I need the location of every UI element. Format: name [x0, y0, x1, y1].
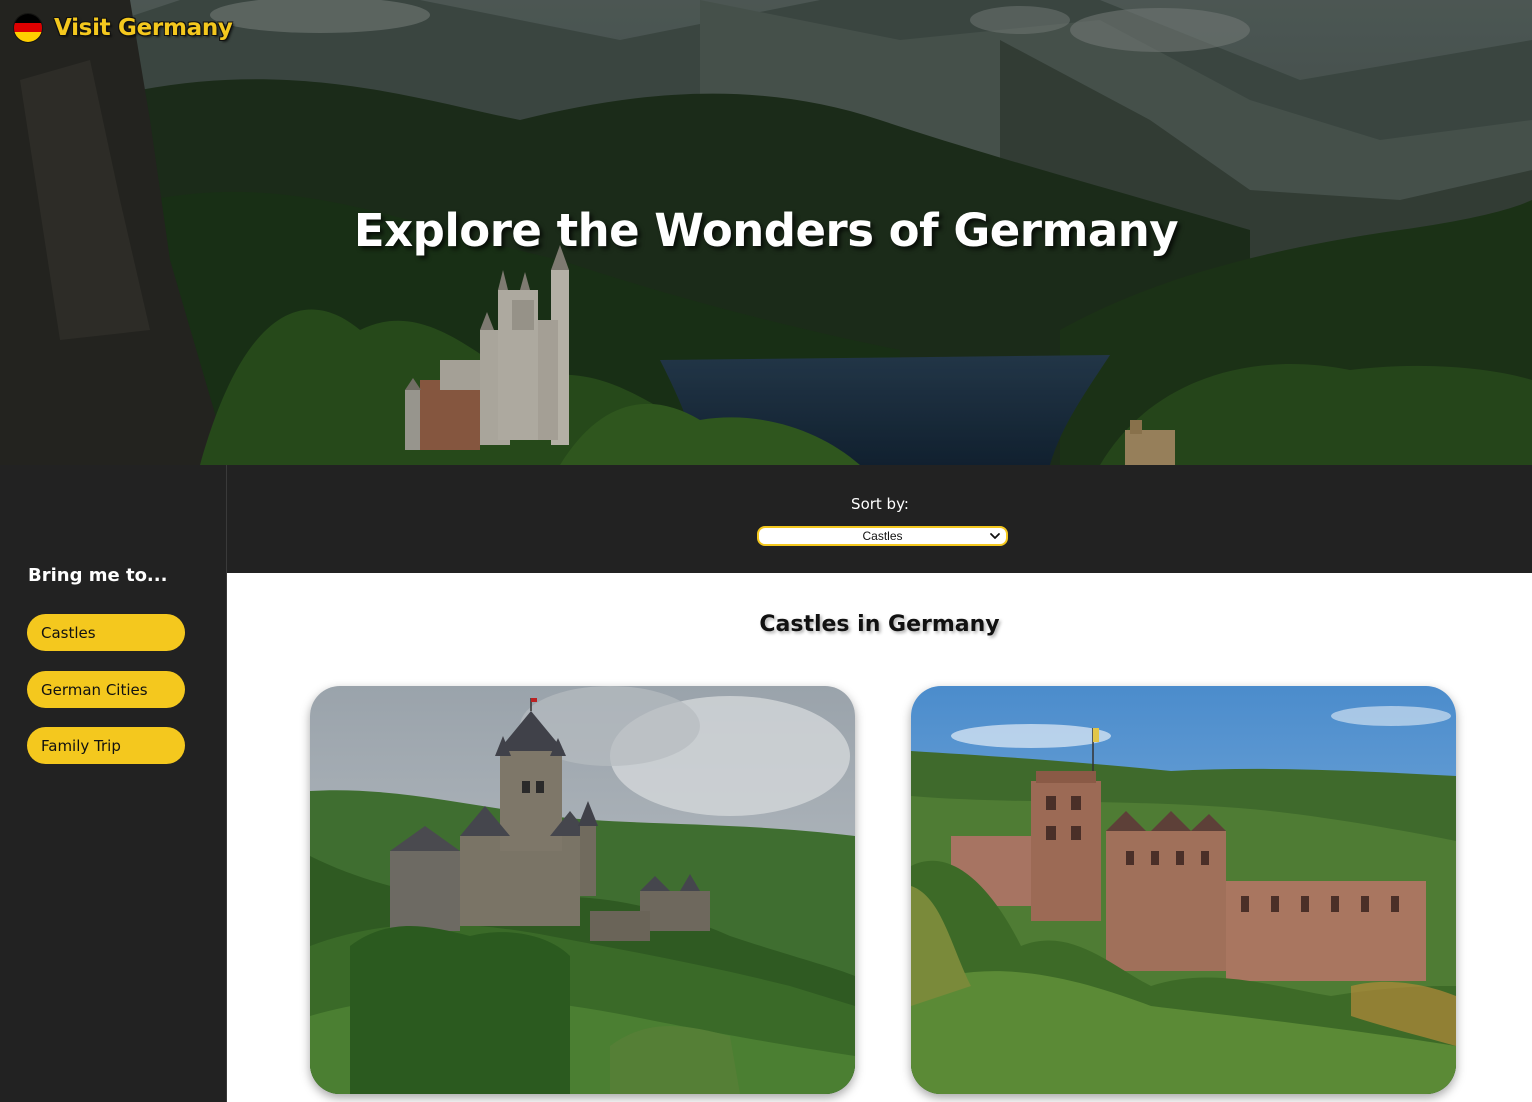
sort-select[interactable]: Castles	[757, 526, 1008, 546]
castle-card[interactable]	[310, 686, 855, 1094]
sidebar-item-family-trip[interactable]: Family Trip	[27, 727, 185, 764]
hero-banner: Visit Germany Explore the Wonders of Ger…	[0, 0, 1532, 465]
sort-bar: Sort by: Castles	[228, 465, 1532, 573]
sort-select-value: Castles	[862, 529, 903, 543]
brand-logo[interactable]: Visit Germany	[14, 14, 233, 42]
sort-label: Sort by:	[851, 495, 909, 513]
sidebar-item-german-cities[interactable]: German Cities	[27, 671, 185, 708]
main-content: Castles in Germany	[227, 573, 1532, 1102]
brand-name[interactable]: Visit Germany	[54, 15, 233, 41]
sidebar-item-castles[interactable]: Castles	[27, 614, 185, 651]
german-flag-icon	[14, 14, 42, 42]
chevron-down-icon	[990, 533, 1000, 539]
sidebar-heading: Bring me to...	[28, 565, 168, 586]
heidelberg-castle-image	[911, 686, 1456, 1094]
hero-title: Explore the Wonders of Germany	[353, 204, 1179, 257]
section-title: Castles in Germany	[759, 612, 1000, 637]
sidebar: Bring me to... Castles German Cities Fam…	[0, 465, 227, 1102]
castle-card[interactable]	[911, 686, 1456, 1094]
cochem-castle-image	[310, 686, 855, 1094]
